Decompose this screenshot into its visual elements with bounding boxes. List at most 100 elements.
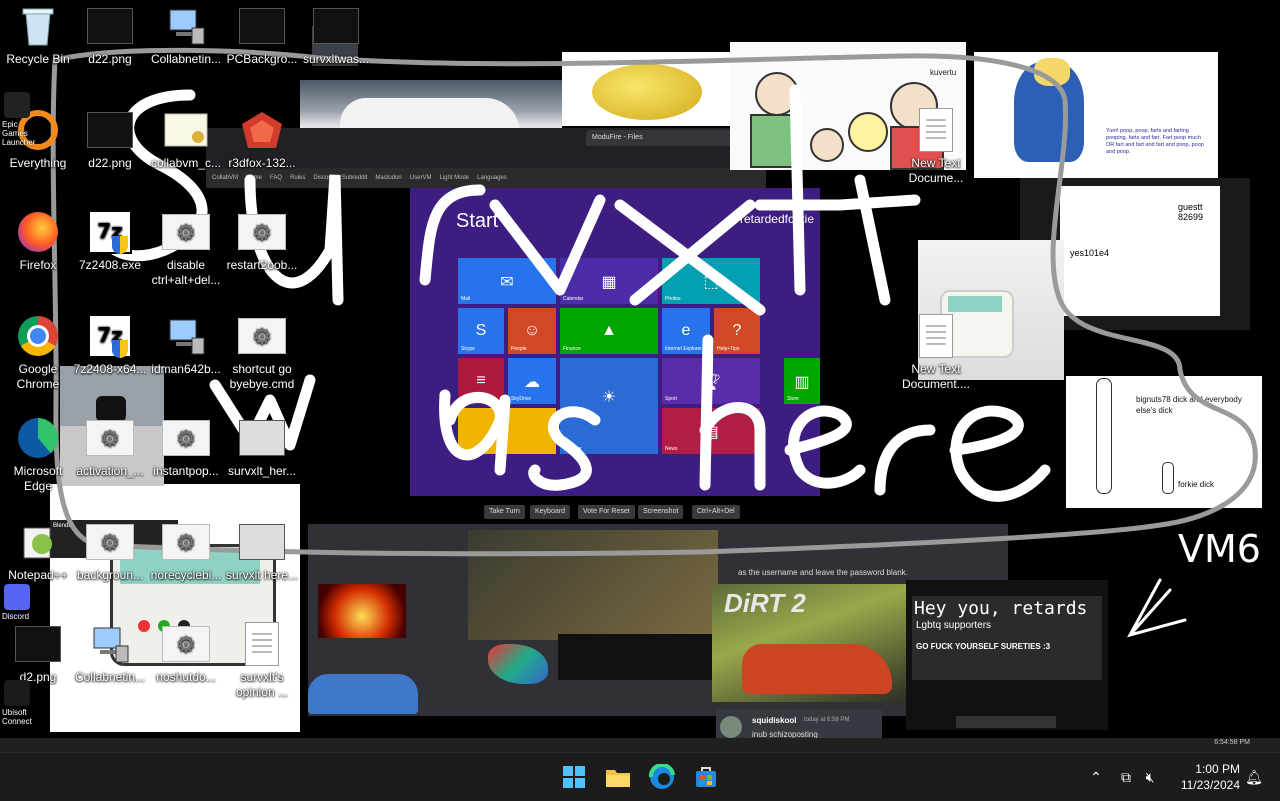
tile-label: Internet Explorer — [665, 346, 702, 352]
gear-file-icon: ⚙ — [86, 414, 134, 462]
start-tile: ⬚ Photos — [662, 258, 760, 304]
clock-time: 1:00 PM — [1195, 762, 1240, 776]
desktop-icon[interactable]: idman642b... — [148, 312, 224, 400]
desktop-icon[interactable]: r3dfox-132... — [224, 106, 300, 194]
vm-control-button: Screenshot — [638, 505, 684, 519]
desktop-icon-label: 7z2408-x64... — [73, 362, 147, 376]
start-tile: ☺ People — [508, 308, 556, 354]
clock-date: 11/23/2024 — [1180, 778, 1240, 792]
network-icon[interactable]: ⧉ — [1116, 767, 1136, 787]
desktop-icon[interactable]: ⚙ restart2oob... — [224, 208, 300, 296]
image-file-icon — [238, 2, 286, 50]
desktop-icon[interactable]: ⚙ backgroun... — [72, 518, 148, 606]
desktop-icon[interactable]: survxltwas... — [298, 2, 374, 90]
discord-icon — [4, 584, 30, 610]
text-document-icon — [912, 312, 960, 360]
desktop-icon[interactable]: ⚙ noshutdo... — [148, 620, 224, 708]
mini-icon-label: Ubisoft Connect — [2, 708, 32, 726]
desktop-icon[interactable]: 7z 7z2408.exe — [72, 208, 148, 296]
start-tile: ☁ SkyDrive — [508, 358, 556, 404]
desktop-icon[interactable]: Collabnetin... — [72, 620, 148, 708]
tile-icon: ▤ — [703, 423, 719, 441]
desktop-icon[interactable]: PCBackgro... — [224, 2, 300, 90]
show-hidden-icons-chevron-icon[interactable]: ⌃ — [1086, 767, 1106, 787]
epic-games-icon — [4, 92, 30, 118]
desktop-icon-label: 7z2408.exe — [78, 258, 142, 272]
cat-meme-text: Yum! poop, poop, farts and farting poopi… — [1106, 128, 1204, 155]
desktop-icon-label: survxlt here... — [225, 568, 299, 582]
sketch-text-2: forkie dick — [1178, 480, 1215, 489]
desktop-icon[interactable]: collabvm_c... — [148, 106, 224, 194]
file-explorer-button[interactable] — [602, 761, 634, 793]
wallpaper-hey-panel: Hey you, retards Lgbtq supporters GO FUC… — [906, 580, 1108, 730]
tile-icon: ▦ — [601, 273, 617, 291]
edge-icon — [14, 414, 62, 462]
desktop-icon-label: PCBackgro... — [226, 52, 298, 66]
mini-desktop-icon[interactable]: Ubisoft Connect — [0, 680, 48, 726]
desktop-icon[interactable]: ⚙ norecyclebi... — [148, 518, 224, 606]
tile-label: People — [511, 346, 527, 352]
7zip-installer-icon: 7z — [86, 208, 134, 256]
tile-label: Finance — [563, 346, 581, 352]
start-button[interactable] — [558, 761, 590, 793]
desktop-icon-label: Google Chrome — [16, 362, 60, 391]
notifications-bell-icon[interactable]: 🔔︎ — [1244, 767, 1264, 787]
chat-time: today at 6:58 PM — [804, 717, 850, 723]
desktop-icon[interactable]: ⚙ activation_... — [72, 414, 148, 502]
recycle-bin-icon — [14, 2, 62, 50]
taskbar: ⌃ ⧉ 🔇︎ 1:00 PM 11/23/2024 🔔︎ — [0, 752, 1280, 801]
desktop-icon[interactable]: survxlt's opinion ... — [224, 620, 300, 708]
desktop-icon[interactable]: New Text Document.... — [898, 312, 974, 400]
image-file-icon — [86, 106, 134, 154]
desktop-icon[interactable]: Google Chrome — [0, 312, 76, 400]
desktop-icon[interactable]: d22.png — [72, 106, 148, 194]
desktop-icon-label: backgroun... — [76, 568, 144, 582]
tile-label: Photos — [665, 296, 681, 302]
tile-icon: ≡ — [476, 371, 486, 389]
start-tile: ▦ Calendar — [560, 258, 658, 304]
desktop-icon[interactable]: Recycle Bin — [0, 2, 76, 90]
desktop-icon-label: activation_... — [76, 464, 144, 478]
tile-icon: ☁ — [524, 373, 540, 391]
desktop-icon[interactable]: Microsoft Edge — [0, 414, 76, 502]
edge-icon — [649, 764, 675, 789]
tile-icon: S — [475, 321, 487, 339]
desktop-icon-label: d22.png — [88, 52, 132, 66]
gear-file-icon: ⚙ — [162, 518, 210, 566]
mini-icon-label: Epic Games Launcher — [2, 120, 36, 147]
volume-muted-icon[interactable]: 🔇︎ — [1140, 767, 1160, 787]
desktop-icon-label: shortcut go byebye.cmd — [229, 362, 295, 391]
desktop-icon[interactable]: Firefox — [0, 208, 76, 296]
edge-taskbar-button[interactable] — [646, 761, 678, 793]
vm-control-button: Keyboard — [530, 505, 570, 519]
desktop-icon[interactable]: d22.png — [72, 2, 148, 90]
system-clock[interactable]: 1:00 PM 11/23/2024 — [1181, 761, 1240, 793]
wallpaper-yellow-blob — [562, 52, 730, 126]
desktop-icon-label: Recycle Bin — [6, 52, 70, 66]
desktop-icon[interactable]: survxlt here... — [224, 518, 300, 606]
desktop-icon-label: Everything — [9, 156, 67, 170]
mini-desktop-icon[interactable]: Discord — [0, 584, 48, 624]
wallpaper-cat-meme: Yum! poop, poop, farts and farting poopi… — [974, 52, 1218, 178]
start-tile: ≡ Reading List — [458, 358, 504, 404]
desktop-icon[interactable]: survxlt_her... — [224, 414, 300, 502]
tile-icon: ☺ — [523, 321, 541, 339]
image-file-icon — [14, 620, 62, 668]
desktop-icon[interactable]: New Text Docume... — [898, 106, 974, 194]
installer-icon — [162, 312, 210, 360]
desktop-icon[interactable]: ⚙ disable ctrl+alt+del... — [148, 208, 224, 296]
tile-label: SkyDrive — [511, 396, 532, 402]
vm-clock: 6:54:58 PM — [1214, 739, 1250, 746]
folder-icon — [606, 770, 630, 787]
desktop-icon[interactable]: Collabnetin... — [148, 2, 224, 90]
desktop-icon[interactable]: ⚙ shortcut go byebye.cmd — [224, 312, 300, 400]
tile-icon: ✉ — [500, 273, 514, 291]
desktop-icon[interactable]: 7z 7z2408-x64... — [72, 312, 148, 400]
mini-desktop-icon[interactable]: Epic Games Launcher — [0, 92, 48, 147]
tile-label: Sport — [665, 396, 677, 402]
store-button[interactable] — [690, 761, 722, 793]
hey-line: GO FUCK YOURSELF SURETIES :3 — [916, 642, 1051, 651]
desktop: ModuFire - Files CollabVM Home FAQ Rules Dis… — [0, 0, 1280, 752]
desktop-icon[interactable]: ⚙ instantpop... — [148, 414, 224, 502]
tile-icon: ? — [732, 321, 742, 339]
